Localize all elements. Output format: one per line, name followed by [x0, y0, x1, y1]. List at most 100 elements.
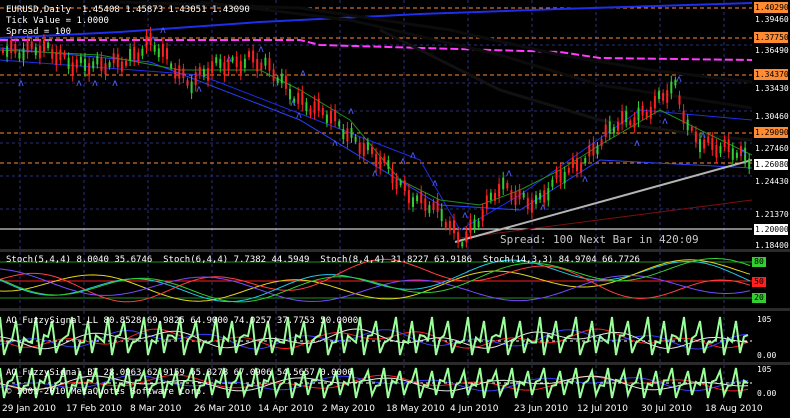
- fuzzy-signal-bt-pane[interactable]: AO_FuzzySignal_BT 28.0963 62.9159 65.827…: [0, 365, 752, 402]
- candle-body: [88, 63, 91, 76]
- candle-body: [645, 111, 648, 118]
- candle-body: [198, 67, 201, 75]
- candle-body: [51, 49, 54, 59]
- time-axis-label: 2 May 2010: [322, 404, 375, 414]
- candle-body: [735, 152, 738, 158]
- candle-body: [178, 65, 181, 79]
- candle-body: [174, 68, 177, 79]
- candle-body: [559, 169, 562, 183]
- spread-label: Spread = 100: [6, 27, 72, 37]
- candle-body: [243, 58, 246, 68]
- candle-body: [145, 35, 148, 48]
- fractal-up-marker: ʌ: [300, 68, 306, 79]
- candle-body: [403, 180, 406, 192]
- candle-body: [457, 232, 460, 243]
- candle-body: [96, 56, 99, 65]
- price-chart: ʌ ʌ ʌ ʌ ʌ ʌ ʌ ʌ ʌ ʌ ʌ ʌ ʌ ʌ ʌ ʌ ʌ ʌ ʌ ʌ ʌ ʌ ʌ ʌ ʌ ʌ ʌ: [0, 0, 752, 249]
- candle-body: [161, 43, 164, 57]
- stochastic-pane[interactable]: Stoch(5,4,4) 8.0040 35.6746 Stoch(6,4,4)…: [0, 252, 752, 308]
- candle-body: [416, 195, 419, 202]
- candle-body: [465, 231, 468, 243]
- candle-body: [617, 121, 619, 131]
- candle-body: [166, 48, 168, 60]
- candle-body: [424, 198, 427, 211]
- candle-body: [305, 102, 308, 112]
- time-axis-label: 23 Jun 2010: [514, 404, 569, 414]
- price-label: 1.40290: [754, 2, 789, 13]
- candle-body: [715, 144, 718, 158]
- candle-body: [133, 46, 136, 60]
- candle-body: [202, 68, 205, 77]
- price-label: 1.20000: [754, 224, 789, 235]
- candle-body: [498, 183, 501, 197]
- candle-body: [461, 242, 464, 247]
- candle-body: [116, 54, 119, 68]
- candle-body: [26, 40, 29, 53]
- candle-body: [321, 108, 324, 116]
- time-axis-label: 14 Apr 2010: [258, 404, 314, 414]
- fractal-up-marker: ʌ: [410, 150, 416, 161]
- candle-body: [383, 156, 386, 163]
- fractal-up-marker: ʌ: [150, 34, 156, 45]
- price-label: 1.39460: [755, 15, 789, 24]
- candle-body: [260, 62, 263, 71]
- price-label: 1.30460: [755, 112, 789, 121]
- candle-body: [252, 50, 255, 63]
- stoch-line: [0, 268, 751, 302]
- candle-body: [34, 47, 37, 56]
- candle-body: [686, 119, 689, 131]
- candle-body: [707, 136, 710, 143]
- candle-body: [588, 145, 591, 157]
- candle-body: [612, 127, 615, 134]
- candle-body: [391, 170, 394, 184]
- candle-body: [600, 138, 603, 147]
- candle-body: [2, 49, 4, 54]
- candle-body: [666, 90, 669, 103]
- candle-body: [129, 48, 132, 61]
- fuzzy1-axis-bottom: 0.00: [757, 351, 777, 360]
- candle-body: [428, 205, 431, 213]
- candle-body: [694, 131, 697, 143]
- price-label: 1.29090: [754, 127, 789, 138]
- time-axis-label: 26 Mar 2010: [194, 404, 252, 414]
- candle-body: [284, 75, 287, 89]
- symbol-info: EURUSD,Daily 1.45408 1.45873 1.43051 1.4…: [6, 5, 250, 15]
- fractal-up-marker: ʌ: [400, 156, 406, 167]
- spread-next-bar-overlay: Spread: 100 Next Bar in 420:09: [500, 233, 699, 246]
- moving-average-black: [379, 28, 752, 142]
- candle-body: [596, 146, 599, 155]
- price-label: 1.37750: [754, 32, 789, 43]
- candle-body: [38, 45, 41, 59]
- candle-body: [477, 221, 480, 228]
- time-axis-label: 18 May 2010: [386, 404, 445, 414]
- candle-body: [379, 156, 382, 169]
- candle-body: [248, 51, 250, 58]
- candle-body: [469, 219, 472, 233]
- price-label: 1.27460: [755, 144, 789, 153]
- candle-body: [215, 57, 218, 64]
- candle-body: [412, 197, 414, 207]
- fractal-up-marker: ʌ: [662, 116, 668, 127]
- stoch-level-80: 80: [752, 257, 766, 267]
- candle-body: [723, 139, 726, 148]
- candle-body: [387, 160, 390, 169]
- candle-body: [748, 158, 751, 169]
- candle-body: [473, 219, 476, 229]
- candle-body: [235, 56, 238, 68]
- candle-body: [325, 114, 328, 123]
- time-axis-label: 17 Feb 2010: [66, 404, 123, 414]
- candle-body: [604, 124, 607, 137]
- candle-body: [334, 109, 337, 122]
- main-chart-pane[interactable]: ʌ ʌ ʌ ʌ ʌ ʌ ʌ ʌ ʌ ʌ ʌ ʌ ʌ ʌ ʌ ʌ ʌ ʌ ʌ ʌ ʌ ʌ ʌ ʌ ʌ ʌ ʌ EURUSD,Daily…: [0, 0, 752, 249]
- fractal-up-marker: ʌ: [226, 54, 232, 65]
- candle-body: [120, 61, 123, 72]
- candle-body: [567, 167, 570, 173]
- candle-body: [338, 121, 341, 127]
- fuzzy2-axis-bottom: 0.00: [757, 389, 777, 398]
- candle-body: [14, 44, 17, 54]
- fuzzy-signal-ll-pane[interactable]: AO_FuzzySignal_LL 80.8528 69.9825 64.900…: [0, 311, 752, 362]
- candle-body: [690, 126, 693, 131]
- candle-body: [264, 57, 267, 66]
- candle-body: [371, 146, 373, 154]
- candle-body: [526, 197, 529, 209]
